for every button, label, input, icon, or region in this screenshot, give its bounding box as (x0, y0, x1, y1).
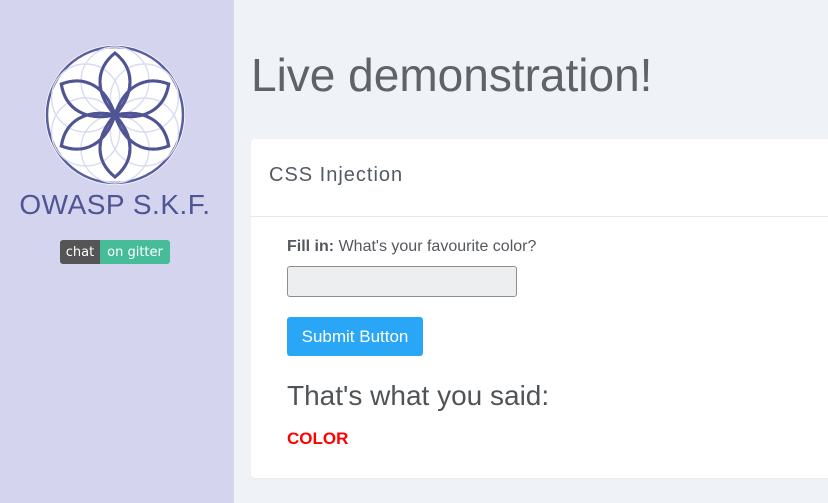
said-heading: That's what you said: (287, 380, 550, 411)
color-field-label: Fill in: What's your favourite color? (287, 238, 536, 256)
badge-chat-label: chat (60, 240, 100, 264)
badge-gitter-label: on gitter (100, 240, 170, 264)
field-label-bold: Fill in: (287, 238, 335, 255)
demo-card: CSS Injection Fill in: What's your favou… (251, 139, 828, 478)
owasp-flower-logo-icon (45, 45, 185, 185)
page-title: Live demonstration! (251, 49, 653, 101)
card-header: CSS Injection (251, 139, 828, 217)
sidebar: OWASP S.K.F. chat on gitter (0, 0, 234, 503)
gitter-chat-badge[interactable]: chat on gitter (60, 240, 170, 264)
card-title: CSS Injection (269, 164, 404, 186)
result-text: COLOR (287, 429, 349, 448)
submit-button[interactable]: Submit Button (287, 317, 423, 356)
brand-name: OWASP S.K.F. (19, 189, 211, 220)
field-label-text: What's your favourite color? (338, 238, 537, 255)
color-input[interactable] (287, 266, 517, 297)
